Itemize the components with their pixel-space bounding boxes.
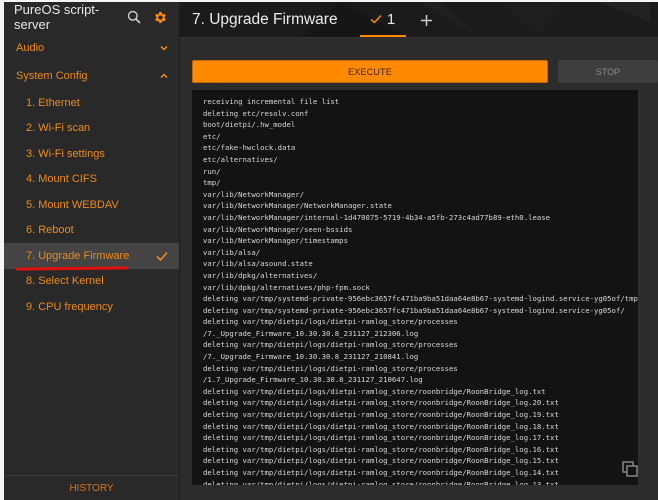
- sidebar-header: PureOS script-server: [4, 2, 179, 32]
- sidebar-item-label: 6. Reboot: [26, 224, 74, 237]
- page-title: 7. Upgrade Firmware: [192, 11, 338, 28]
- app-title: PureOS script-server: [14, 2, 100, 32]
- sidebar-item-wifi-settings[interactable]: 3. Wi-Fi settings: [4, 141, 179, 167]
- log-line: var/lib/dpkg/alternatives/php-fpm.sock: [203, 282, 370, 292]
- log-line: etc/fake-hwclock.data: [203, 143, 296, 153]
- log-line: var/lib/NetworkManager/timestamps: [203, 236, 348, 246]
- sidebar-item-wifi-scan[interactable]: 2. Wi-Fi scan: [4, 116, 179, 142]
- log-line: deleting etc/resolv.conf: [203, 108, 309, 118]
- log-line: var/lib/NetworkManager/NetworkManager.st…: [203, 201, 392, 211]
- group-audio-label: Audio: [16, 42, 45, 54]
- history-button[interactable]: HISTORY: [4, 475, 179, 500]
- group-system-config[interactable]: System Config: [4, 62, 179, 90]
- log-line: etc/alternatives/: [203, 154, 278, 164]
- group-system-config-label: System Config: [16, 70, 88, 82]
- log-line: /1.7_Upgrade_Firmware_10.30.30.8_231127_…: [203, 375, 423, 385]
- app-window: PureOS script-server Audio System Config…: [4, 2, 658, 500]
- sidebar-item-label: 8. Select Kernel: [26, 275, 104, 288]
- log-line: deleting var/tmp/dietpi/logs/dietpi-raml…: [203, 479, 559, 485]
- chevron-down-icon: [160, 45, 168, 51]
- sidebar-item-label: 4. Mount CIFS: [26, 173, 97, 186]
- script-list: 1. Ethernet 2. Wi-Fi scan 3. Wi-Fi setti…: [4, 90, 179, 320]
- plus-icon: [421, 14, 433, 26]
- tab-execution-1[interactable]: 1: [359, 3, 406, 37]
- sidebar-item-reboot[interactable]: 6. Reboot: [4, 218, 179, 244]
- log-line: etc/: [203, 131, 221, 141]
- log-line: deleting var/tmp/dietpi/logs/dietpi-raml…: [203, 410, 559, 420]
- log-line: deleting var/tmp/dietpi/logs/dietpi-raml…: [203, 433, 559, 443]
- checkmark-icon: [156, 251, 168, 261]
- log-line: deleting var/tmp/dietpi/logs/dietpi-raml…: [203, 456, 559, 466]
- log-line: var/lib/NetworkManager/seen-bssids: [203, 224, 353, 234]
- log-line: deleting var/tmp/dietpi/logs/dietpi-raml…: [203, 444, 559, 454]
- log-line: deleting var/tmp/systemd-private-956ebc3…: [203, 305, 625, 315]
- log-line: var/lib/NetworkManager/: [203, 189, 305, 199]
- sidebar-item-label: 5. Mount WEBDAV: [26, 198, 119, 211]
- copy-icon[interactable]: [622, 461, 638, 477]
- main-panel: 7. Upgrade Firmware 1 EXECUTE STOP recei…: [180, 2, 658, 500]
- execute-button[interactable]: EXECUTE: [192, 60, 548, 83]
- sidebar: PureOS script-server Audio System Config…: [4, 2, 180, 500]
- sidebar-item-label: 3. Wi-Fi settings: [26, 147, 105, 160]
- bottom-strip: [180, 493, 658, 500]
- sidebar-item-select-kernel[interactable]: 8. Select Kernel: [4, 269, 179, 295]
- sidebar-item-label: 7. Upgrade Firmware: [26, 249, 130, 262]
- sidebar-item-cpu-frequency[interactable]: 9. CPU frequency: [4, 294, 179, 320]
- log-line: deleting var/tmp/dietpi/logs/dietpi-raml…: [203, 363, 458, 373]
- sidebar-item-upgrade-firmware[interactable]: 7. Upgrade Firmware: [4, 243, 179, 271]
- log-line: run/: [203, 166, 221, 176]
- log-line: var/lib/alsa/asound.state: [203, 259, 313, 269]
- log-line: deleting var/tmp/dietpi/logs/dietpi-raml…: [203, 340, 458, 350]
- sidebar-item-label: 2. Wi-Fi scan: [26, 122, 91, 135]
- chevron-up-icon: [160, 73, 168, 79]
- tab-label: 1: [386, 10, 396, 28]
- log-line: /7._Upgrade_Firmware_10.30.30.8_231127_2…: [203, 328, 419, 338]
- log-line: deleting var/tmp/dietpi/logs/dietpi-raml…: [203, 468, 559, 477]
- log-line: var/lib/alsa/: [203, 247, 261, 257]
- log-line: tmp/: [203, 178, 221, 188]
- sidebar-item-ethernet[interactable]: 1. Ethernet: [4, 90, 179, 116]
- add-tab-button[interactable]: [416, 3, 438, 37]
- sidebar-item-mount-cifs[interactable]: 4. Mount CIFS: [4, 167, 179, 193]
- log-line: receiving incremental file list: [203, 97, 340, 106]
- controls-row: EXECUTE STOP: [180, 38, 658, 83]
- log-lines: receiving incremental file list deleting …: [203, 96, 638, 485]
- search-icon[interactable]: [125, 8, 143, 26]
- gear-icon[interactable]: [151, 8, 169, 26]
- checkmark-icon: [370, 14, 382, 24]
- log-line: var/lib/dpkg/alternatives/: [203, 270, 318, 280]
- sidebar-item-label: 9. CPU frequency: [26, 300, 113, 313]
- stop-button[interactable]: STOP: [558, 60, 658, 83]
- log-line: deleting var/tmp/systemd-private-956ebc3…: [203, 294, 638, 304]
- log-line: /7._Upgrade_Firmware_10.30.30.8_231127_2…: [203, 352, 419, 362]
- log-line: var/lib/NetworkManager/internal-1d470075…: [203, 212, 551, 222]
- log-line: deleting var/tmp/dietpi/logs/dietpi-raml…: [203, 421, 559, 431]
- log-line: boot/dietpi/.hw_model: [203, 120, 296, 130]
- log-line: deleting var/tmp/dietpi/logs/dietpi-raml…: [203, 386, 546, 396]
- group-audio[interactable]: Audio: [4, 34, 179, 62]
- log-output[interactable]: receiving incremental file list deleting …: [192, 90, 638, 485]
- sidebar-item-label: 1. Ethernet: [26, 96, 80, 109]
- sidebar-item-mount-webdav[interactable]: 5. Mount WEBDAV: [4, 192, 179, 218]
- log-line: deleting var/tmp/dietpi/logs/dietpi-raml…: [203, 398, 559, 408]
- header-bar: 7. Upgrade Firmware 1: [180, 2, 658, 38]
- log-line: deleting var/tmp/dietpi/logs/dietpi-raml…: [203, 317, 458, 327]
